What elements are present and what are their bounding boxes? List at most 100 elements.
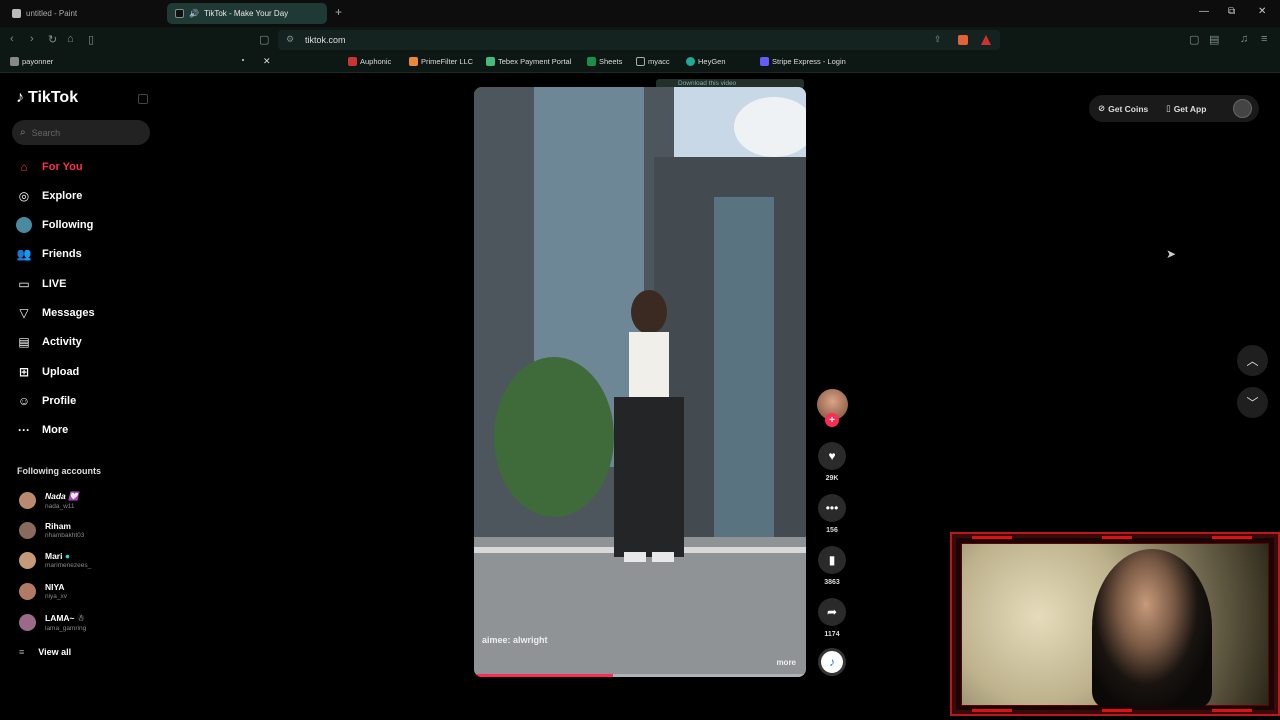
bookmark-label: myacc [648,57,670,66]
share-action[interactable]: ➦ 1174 [818,598,846,638]
reload-icon[interactable]: ↻ [48,33,57,46]
site-info-icon[interactable]: ⚙ [286,34,294,45]
bookmark-tebex[interactable]: Tebex Payment Portal [486,57,571,66]
tab-label: untitled - Paint [26,9,78,18]
nav-label: Messages [42,307,95,319]
bookmark-myacc[interactable]: myacc [636,57,670,66]
bookmark-auphonic[interactable]: Auphonic [348,57,391,66]
url-field[interactable]: ⚙ tiktok.com ⇪ [278,30,1000,50]
nav-for-you[interactable]: ⌂ For You [16,159,82,175]
following-account[interactable]: Riham rihambakht03 [19,518,84,542]
bookmark-payonner[interactable]: payonner [10,57,53,66]
media-icon[interactable]: ♫ [1240,33,1248,45]
tiktok-tab-icon [175,9,184,18]
video-progress-bar[interactable] [474,674,806,677]
home-browser-icon[interactable]: ⌂ [67,33,74,45]
bookmark-label: Sheets [599,57,623,66]
nav-following[interactable]: Following [16,217,93,233]
frame-decoration [1212,709,1252,712]
video-caption: aimee: alwright [482,635,548,645]
view-all-link[interactable]: ≡ View all [19,647,71,657]
nav-activity[interactable]: ▤ Activity [16,334,81,350]
compass-icon: ◎ [18,189,30,203]
minimize-button[interactable]: — [1199,6,1209,17]
rewards-icon[interactable] [981,35,991,45]
like-action[interactable]: ♥ 29K [818,442,846,482]
video-progress-fill [474,674,614,677]
following-account[interactable]: Nada 💟 nada_w11 [19,488,79,512]
bookmark-heygen[interactable]: HeyGen [686,57,726,66]
nav-label: Explore [42,190,83,202]
comment-icon[interactable]: ••• [818,494,846,522]
profile-icon: ☺ [17,394,31,408]
account-name: Nada 💟 [45,490,79,501]
nav-friends[interactable]: 👥 Friends [16,246,82,262]
nav-more[interactable]: ··· More [16,422,68,438]
paint-icon [12,9,21,18]
nav-label: Upload [42,366,80,378]
coin-icon: ⊘ [1098,103,1106,113]
menu-icon[interactable]: ≡ [1261,33,1267,45]
nav-label: Following [42,219,94,231]
get-app-label: Get App [1173,103,1207,114]
bookmark-icon[interactable]: ▢ [259,33,269,46]
follow-button[interactable]: + [825,413,839,427]
video-player[interactable]: aimee: alwright more [474,87,806,677]
maximize-button[interactable]: ⧉ [1228,6,1235,17]
nav-live[interactable]: ▭ LIVE [16,276,66,292]
bookmark-icon[interactable]: ▮ [818,546,846,574]
share-icon[interactable]: ⇪ [934,34,942,45]
search-input[interactable]: ⌕ Search [12,120,150,145]
forward-icon[interactable]: › [30,33,34,45]
search-icon: ⌕ [20,127,26,138]
following-account[interactable]: NIYA niya_xv [19,579,67,603]
get-coins-button[interactable]: ⊘ Get Coins [1098,103,1148,114]
account-name: Mari [45,551,63,561]
tiktok-logo[interactable]: ♪ TikTok [16,89,78,107]
bookmark-sheets[interactable]: Sheets [587,57,622,66]
view-all-label: View all [38,647,72,657]
comment-action[interactable]: ••• 156 [818,494,846,534]
sidebar-toggle-icon[interactable]: ▯ [88,33,94,46]
nav-upload[interactable]: ⊞ Upload [16,364,79,380]
nav-messages[interactable]: ▽ Messages [16,305,95,321]
user-avatar[interactable] [1233,99,1252,118]
tab-paint[interactable]: untitled - Paint [4,3,162,24]
x-icon[interactable]: ✕ [263,56,271,67]
next-video-button[interactable]: ﹀ [1237,387,1268,418]
nav-profile[interactable]: ☺ Profile [16,393,76,409]
tab-tiktok[interactable]: 🔊 TikTok - Make Your Day [167,3,327,24]
heart-icon[interactable]: ♥ [818,442,846,470]
bookmark-stripe[interactable]: Stripe Express - Login [760,57,846,66]
account-name: LAMA~ ☃ [45,612,85,623]
save-action[interactable]: ▮ 3863 [818,546,846,586]
sound-disc-icon[interactable]: ♪ [818,648,846,676]
following-account[interactable]: Mari ● marimenezees_ [19,548,91,572]
close-window-button[interactable]: ✕ [1258,6,1266,17]
back-icon[interactable]: ‹ [10,33,14,45]
tiktok-bookmark-icon[interactable] [242,59,244,61]
wallet-icon[interactable]: ▢ [1189,33,1199,46]
tiktok-note-icon: ♪ [16,89,24,106]
bookmark-primefilter[interactable]: PrimeFilter LLC [409,57,473,66]
brave-shield-icon[interactable] [958,35,968,45]
share-arrow-icon[interactable]: ➦ [818,598,846,626]
home-icon: ⌂ [20,160,28,174]
nav-explore[interactable]: ◎ Explore [16,188,83,204]
bookmark-label: HeyGen [698,57,726,66]
following-account[interactable]: LAMA~ ☃ lama_gamring [19,610,86,634]
search-placeholder: Search [31,127,61,138]
previous-video-button[interactable]: ︿ [1237,345,1268,376]
extensions-icon[interactable]: ▤ [1209,33,1219,46]
get-app-button[interactable]: ▯ Get App [1166,103,1206,114]
tebex-icon [486,57,495,66]
more-link[interactable]: more [776,658,796,667]
collapse-sidebar-icon[interactable] [138,94,148,104]
bookmark-label: Auphonic [360,57,392,66]
url-text: tiktok.com [305,35,346,45]
new-tab-button[interactable]: + [335,5,342,19]
tab-label: TikTok - Make Your Day [203,9,289,18]
bookmark-label: payonner [22,57,54,66]
account-name: Riham [45,521,71,531]
frame-decoration [1102,536,1132,539]
